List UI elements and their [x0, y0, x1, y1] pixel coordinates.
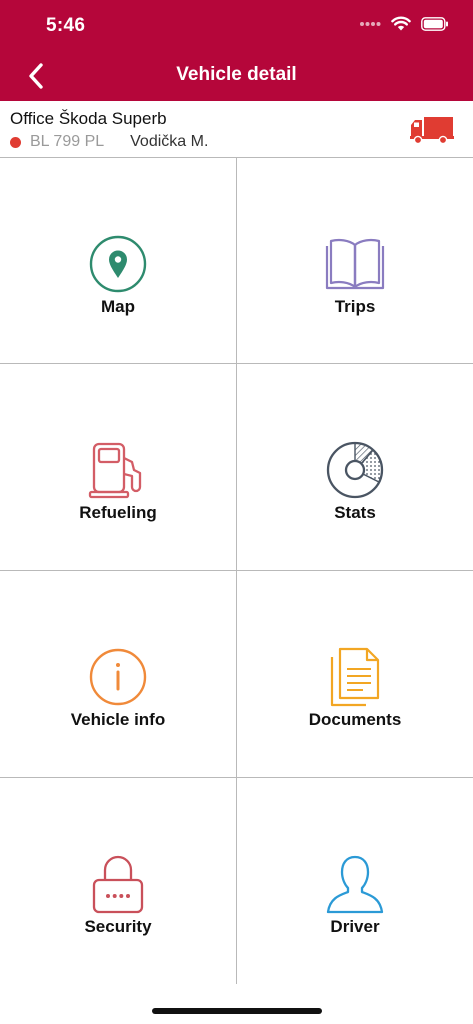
person-icon — [326, 855, 384, 914]
tile-label: Security — [84, 917, 152, 936]
truck-icon — [410, 117, 454, 145]
tile-label: Documents — [308, 710, 402, 729]
tile-label: Trips — [334, 297, 376, 316]
tile-label: Map — [101, 297, 135, 316]
tile-stats[interactable]: Stats — [237, 364, 473, 570]
tile-refueling[interactable]: Refueling — [0, 364, 236, 570]
tile-security[interactable]: Security — [0, 778, 236, 984]
tile-trips[interactable]: Trips — [237, 158, 473, 364]
tile-label: Refueling — [79, 503, 157, 522]
battery-icon — [421, 16, 448, 31]
tile-label: Stats — [334, 503, 376, 522]
signal-icon — [360, 21, 381, 26]
home-indicator[interactable] — [152, 1008, 322, 1014]
info-icon — [89, 648, 147, 706]
vehicle-summary[interactable]: Office Škoda Superb BL 799 PL Vodička M. — [0, 101, 473, 158]
tile-label: Vehicle info — [70, 710, 166, 729]
vehicle-meta: BL 799 PL Vodička M. — [10, 133, 208, 151]
tile-label: Driver — [330, 917, 380, 936]
tile-vehicle-info[interactable]: Vehicle info — [0, 571, 236, 777]
fuel-pump-icon — [88, 442, 142, 499]
vehicle-name: Office Škoda Superb — [10, 109, 167, 128]
wifi-icon — [391, 16, 411, 31]
page-title: Vehicle detail — [176, 64, 297, 85]
tile-driver[interactable]: Driver — [237, 778, 473, 984]
status-icons — [359, 16, 449, 31]
tile-map[interactable]: Map — [0, 158, 236, 364]
map-pin-icon — [89, 235, 147, 293]
status-dot-icon — [10, 136, 21, 148]
status-time: 5:46 — [46, 15, 86, 36]
menu-grid: Map Trips Refueling Stats Vehicle info D… — [0, 158, 473, 984]
book-icon — [325, 238, 385, 290]
pie-chart-icon — [326, 441, 384, 499]
lock-icon — [92, 855, 144, 914]
app-header: 5:46 Vehicle detail — [0, 0, 473, 101]
license-plate: BL 799 PL — [30, 133, 105, 150]
driver-name: Vodička M. — [130, 133, 209, 150]
documents-icon — [330, 647, 380, 707]
tile-documents[interactable]: Documents — [237, 571, 473, 777]
